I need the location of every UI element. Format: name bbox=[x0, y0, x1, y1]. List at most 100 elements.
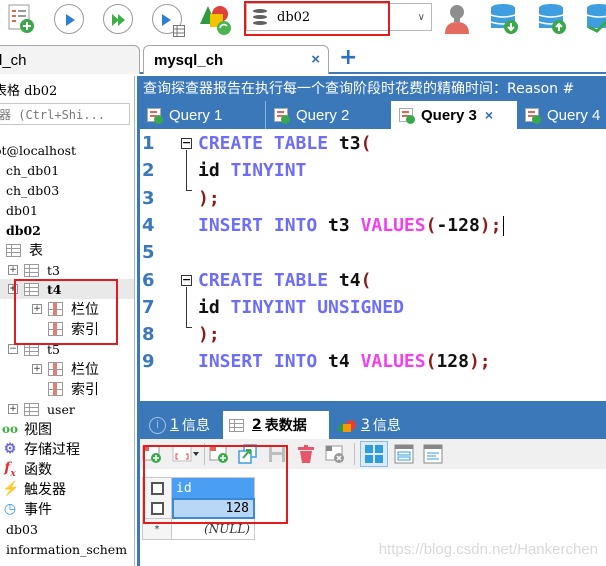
code-token: id bbox=[198, 296, 231, 318]
import-icon[interactable] bbox=[238, 444, 258, 464]
grid-cell[interactable]: 128 bbox=[172, 498, 255, 519]
tree-item-stored-procedures[interactable]: ⚙ 存储过程 bbox=[2, 439, 80, 459]
tree-item-table[interactable]: − t5 bbox=[8, 339, 60, 359]
tree-item-columns[interactable]: + 栏位 bbox=[32, 359, 99, 379]
run-all-button[interactable] bbox=[101, 2, 135, 36]
object-filter-input[interactable]: 器 (Ctrl+Shi... bbox=[0, 103, 130, 125]
result-tab-number: 2 bbox=[252, 417, 262, 433]
tree-item-columns[interactable]: + 栏位 bbox=[32, 299, 99, 319]
database-tool-button[interactable] bbox=[584, 2, 606, 36]
result-tab-info[interactable]: 3 信息 bbox=[331, 411, 407, 439]
connection-tab-active[interactable]: mysql_ch × bbox=[143, 45, 329, 74]
tree-item-label: 索引 bbox=[71, 382, 99, 398]
code-token: t4 bbox=[338, 269, 361, 291]
tree-item-table[interactable]: + t3 bbox=[8, 260, 60, 280]
tree-item-indexes[interactable]: 索引 bbox=[48, 319, 99, 339]
text-view-icon[interactable] bbox=[423, 444, 443, 464]
grid-view-button[interactable] bbox=[360, 441, 388, 467]
close-tab-icon[interactable]: × bbox=[485, 107, 493, 123]
table-icon bbox=[24, 263, 39, 277]
expand-icon[interactable]: + bbox=[8, 265, 18, 275]
tree-item-triggers[interactable]: ⚡ 触发器 bbox=[2, 479, 66, 499]
table-row[interactable]: 128 bbox=[142, 498, 255, 519]
connection-tab[interactable]: l_ch bbox=[0, 45, 140, 74]
result-tab-messages[interactable]: i 1 信息 bbox=[143, 411, 216, 439]
tree-item-database-active[interactable]: db02 bbox=[6, 220, 41, 240]
tree-item-database[interactable]: db01 bbox=[6, 200, 38, 220]
sql-editor[interactable]: 1 CREATE TABLE t3(2 id TINYINT 3); 4 INSERT I… bbox=[137, 129, 606, 401]
result-panel: id 128 * (NULL) https://blog.csdn.net/Ha… bbox=[137, 439, 606, 566]
code-line[interactable]: 2 id TINYINT bbox=[140, 157, 606, 184]
duplicate-row-icon[interactable] bbox=[209, 444, 229, 464]
expand-icon[interactable]: + bbox=[8, 404, 18, 414]
close-tab-icon[interactable]: × bbox=[311, 51, 320, 68]
user-manager-button[interactable] bbox=[440, 2, 474, 36]
backup-database-button[interactable] bbox=[488, 2, 522, 36]
code-line[interactable]: 4 INSERT INTO t3 VALUES(-128); bbox=[140, 212, 606, 239]
fold-toggle-icon[interactable]: − bbox=[181, 274, 192, 286]
tree-item-database[interactable]: db03 bbox=[6, 519, 38, 539]
tree-item-label: 栏位 bbox=[71, 362, 99, 378]
query-tab[interactable]: Query 1 bbox=[139, 101, 265, 129]
line-number: 1 bbox=[142, 133, 155, 154]
result-tab-number: 3 bbox=[361, 417, 370, 433]
tree-item-views[interactable]: oo 视图 bbox=[2, 419, 52, 439]
restore-database-button[interactable] bbox=[536, 2, 570, 36]
expand-icon[interactable]: + bbox=[8, 284, 18, 294]
database-download-icon bbox=[490, 4, 518, 34]
query-tab-active[interactable]: Query 3 × bbox=[391, 101, 517, 129]
query-tab[interactable]: Query 2 bbox=[265, 101, 390, 129]
database-upload-icon bbox=[538, 4, 566, 34]
table-icon bbox=[6, 243, 21, 257]
code-line[interactable]: 8); bbox=[140, 321, 606, 348]
filter-dropdown-icon[interactable] bbox=[172, 444, 200, 464]
code-token: t3 bbox=[338, 133, 361, 154]
tree-item-indexes[interactable]: 索引 bbox=[48, 379, 99, 399]
save-icon[interactable] bbox=[267, 444, 287, 464]
code-token: ); bbox=[198, 324, 220, 346]
code-line[interactable]: 3); bbox=[140, 185, 606, 212]
chevron-down-icon[interactable]: ∨ bbox=[418, 12, 425, 23]
code-token: TINYINT UNSIGNED bbox=[230, 296, 404, 318]
tree-item-label: 函数 bbox=[24, 462, 52, 478]
run-query-button[interactable] bbox=[52, 2, 86, 36]
tree-item-database[interactable]: ch_db01 bbox=[6, 160, 59, 180]
tree-item-events[interactable]: ◷ 事件 bbox=[2, 499, 52, 519]
collapse-icon[interactable]: − bbox=[8, 344, 18, 354]
result-tab-table-data[interactable]: 2 表数据 bbox=[223, 411, 329, 439]
tree-item-database[interactable]: information_schem bbox=[6, 539, 127, 559]
form-view-icon[interactable] bbox=[394, 444, 414, 464]
tree-item-connection[interactable]: ot@localhost bbox=[0, 140, 76, 160]
line-number: 7 bbox=[142, 296, 155, 318]
tree-item-label: t5 bbox=[47, 341, 60, 357]
delete-icon[interactable] bbox=[296, 444, 316, 464]
new-tab-button[interactable]: + bbox=[339, 47, 357, 69]
expand-icon[interactable]: + bbox=[32, 304, 42, 314]
code-line[interactable]: 1 CREATE TABLE t3( bbox=[140, 130, 606, 157]
tree-item-table[interactable]: + user bbox=[8, 399, 75, 419]
fold-toggle-icon[interactable]: − bbox=[181, 137, 192, 149]
new-query-button[interactable] bbox=[4, 2, 38, 36]
schema-sync-button[interactable] bbox=[198, 2, 232, 36]
insert-row-icon[interactable] bbox=[142, 444, 162, 464]
code-line[interactable]: 6 CREATE TABLE t4( bbox=[140, 267, 606, 294]
new-row[interactable]: * (NULL) bbox=[142, 519, 255, 540]
query-tab-label: Query 4 bbox=[547, 106, 601, 124]
expand-icon[interactable]: + bbox=[32, 364, 42, 374]
column-header[interactable]: id bbox=[172, 478, 255, 499]
code-line[interactable]: 9 INSERT INTO t4 VALUES(128); bbox=[140, 348, 606, 375]
tree-item-tables-folder[interactable]: 表 bbox=[6, 240, 43, 260]
code-line[interactable]: 7 id TINYINT UNSIGNED bbox=[140, 294, 606, 321]
run-to-grid-button[interactable] bbox=[150, 2, 185, 37]
tree-item-database[interactable]: ch_db03 bbox=[6, 180, 59, 200]
code-text: INSERT INTO t3 VALUES(-128); bbox=[198, 215, 505, 236]
select-all-checkbox[interactable] bbox=[142, 478, 172, 499]
code-line[interactable]: 5 bbox=[140, 239, 606, 266]
tree-item-table-selected[interactable]: + t4 bbox=[0, 279, 134, 299]
row-checkbox[interactable] bbox=[142, 498, 172, 519]
result-tab-label: 信息 bbox=[181, 418, 210, 434]
grid-cell-null[interactable]: (NULL) bbox=[172, 519, 255, 540]
cancel-changes-icon[interactable] bbox=[325, 444, 345, 464]
tree-item-functions[interactable]: fx 函数 bbox=[2, 459, 52, 479]
query-tab[interactable]: Query 4 bbox=[517, 101, 606, 129]
